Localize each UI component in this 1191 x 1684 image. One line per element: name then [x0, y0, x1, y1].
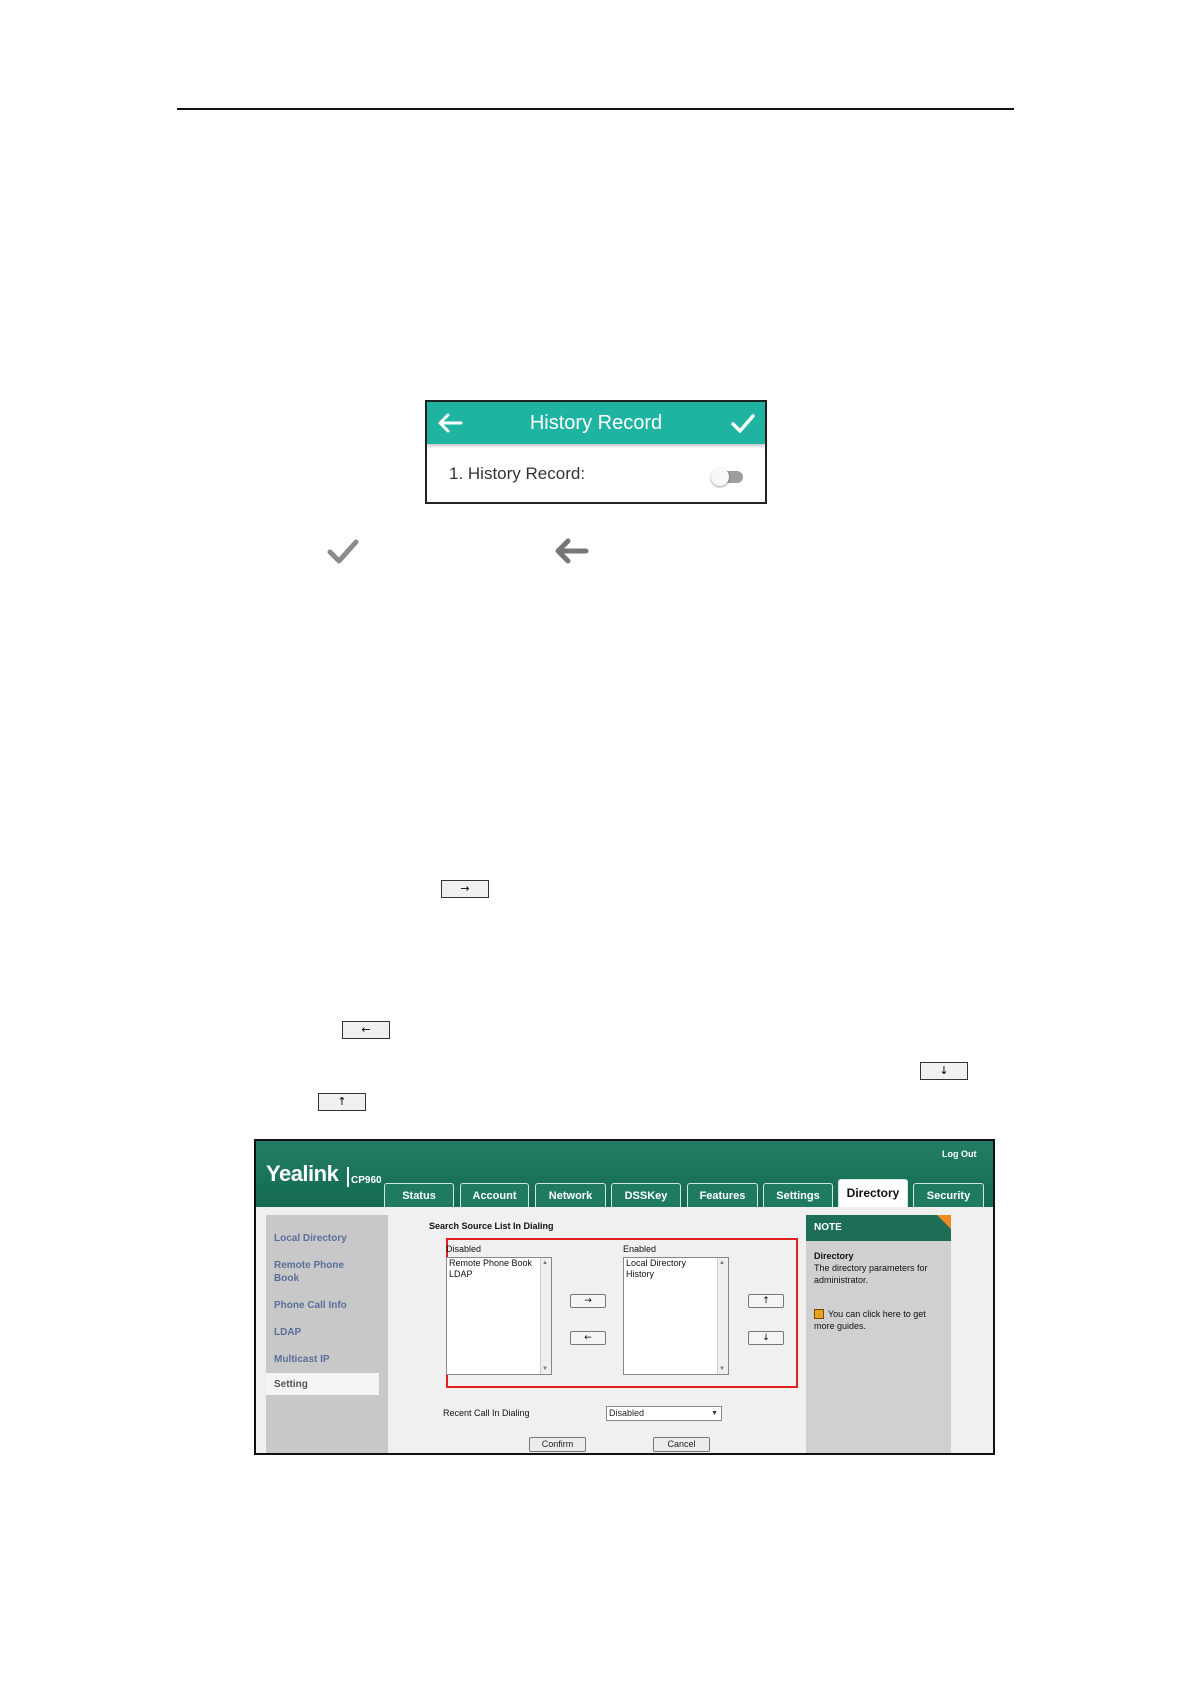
enabled-list[interactable]: Local Directory History ▲ ▼	[623, 1257, 729, 1375]
phone-title: History Record	[529, 412, 663, 434]
sidebar-item-setting-label: Setting	[274, 1379, 308, 1390]
logout-link[interactable]: Log Out	[942, 1149, 977, 1159]
tab-network[interactable]: Network	[535, 1183, 606, 1207]
move-up-button: ↑	[318, 1093, 366, 1111]
disabled-list[interactable]: Remote Phone Book LDAP ▲ ▼	[446, 1257, 552, 1375]
history-record-label: 1. History Record:	[449, 464, 586, 483]
sidebar-item-phone-call-info[interactable]: Phone Call Info	[274, 1299, 384, 1312]
tab-account[interactable]: Account	[460, 1183, 529, 1207]
disabled-list-label: Disabled	[446, 1244, 482, 1254]
chevron-down-icon: ▼	[711, 1410, 718, 1417]
tab-status[interactable]: Status	[384, 1183, 454, 1207]
logo-separator	[347, 1167, 349, 1187]
scrollbar[interactable]: ▲ ▼	[717, 1258, 728, 1374]
move-down-button[interactable]: ↓	[748, 1331, 784, 1345]
sidebar-item-local-directory[interactable]: Local Directory	[274, 1232, 384, 1245]
recent-call-value: Disabled	[609, 1408, 645, 1418]
tab-directory[interactable]: Directory	[838, 1179, 908, 1207]
list-item[interactable]: LDAP	[447, 1269, 551, 1280]
sidebar-item-remote-phone-book[interactable]: Remote Phone Book	[274, 1259, 360, 1285]
scroll-down-icon: ▼	[719, 1366, 725, 1372]
tab-dsskey[interactable]: DSSKey	[611, 1183, 681, 1207]
toggle-knob	[711, 468, 729, 486]
sidebar: Local Directory Remote Phone Book Phone …	[266, 1215, 388, 1453]
scroll-up-icon: ▲	[719, 1260, 725, 1266]
back-arrow-icon[interactable]	[437, 411, 463, 435]
cancel-button[interactable]: Cancel	[653, 1437, 710, 1452]
back-arrow-icon	[555, 538, 589, 564]
web-body: Local Directory Remote Phone Book Phone …	[256, 1207, 993, 1453]
note-guide-link[interactable]: You can click here to get more guides.	[814, 1308, 942, 1332]
move-right-button: →	[441, 880, 489, 898]
recent-call-select[interactable]: Disabled ▼	[606, 1406, 722, 1421]
history-record-screen: History Record 1. History Record:	[425, 400, 767, 504]
list-item[interactable]: Local Directory	[624, 1258, 728, 1269]
tab-features[interactable]: Features	[687, 1183, 758, 1207]
scroll-down-icon: ▼	[542, 1366, 548, 1372]
tab-security[interactable]: Security	[913, 1183, 984, 1207]
header-rule	[177, 108, 1014, 110]
yealink-logo: Yealink	[266, 1161, 339, 1186]
section-title: Search Source List In Dialing	[429, 1221, 554, 1231]
list-item[interactable]: Remote Phone Book	[447, 1258, 551, 1269]
note-corner-icon	[937, 1215, 951, 1229]
save-check-icon[interactable]	[730, 412, 756, 434]
move-right-button[interactable]: →	[570, 1294, 606, 1308]
move-left-button: ←	[342, 1021, 390, 1039]
tab-settings[interactable]: Settings	[763, 1183, 833, 1207]
note-panel: NOTE Directory The directory parameters …	[806, 1215, 951, 1453]
recent-call-label: Recent Call In Dialing	[443, 1408, 530, 1418]
scrollbar[interactable]: ▲ ▼	[540, 1258, 551, 1374]
enabled-list-label: Enabled	[623, 1244, 657, 1254]
scroll-up-icon: ▲	[542, 1260, 548, 1266]
move-down-button: ↓	[920, 1062, 968, 1080]
check-icon	[327, 539, 359, 564]
sidebar-item-setting[interactable]: Setting	[266, 1373, 379, 1395]
confirm-button[interactable]: Confirm	[529, 1437, 586, 1452]
sidebar-item-ldap[interactable]: LDAP	[274, 1326, 384, 1339]
sidebar-item-multicast-ip[interactable]: Multicast IP	[274, 1353, 384, 1366]
note-body: The directory parameters for administrat…	[814, 1263, 928, 1285]
note-header: NOTE	[806, 1215, 951, 1241]
note-title: Directory	[814, 1251, 854, 1261]
move-up-button[interactable]: ↑	[748, 1294, 784, 1308]
history-record-toggle[interactable]	[711, 468, 743, 486]
model-label: CP960	[351, 1175, 382, 1186]
list-item[interactable]: History	[624, 1269, 728, 1280]
web-ui-screenshot: Yealink CP960 Log Out Status Account Net…	[254, 1139, 995, 1455]
move-left-button[interactable]: ←	[570, 1331, 606, 1345]
